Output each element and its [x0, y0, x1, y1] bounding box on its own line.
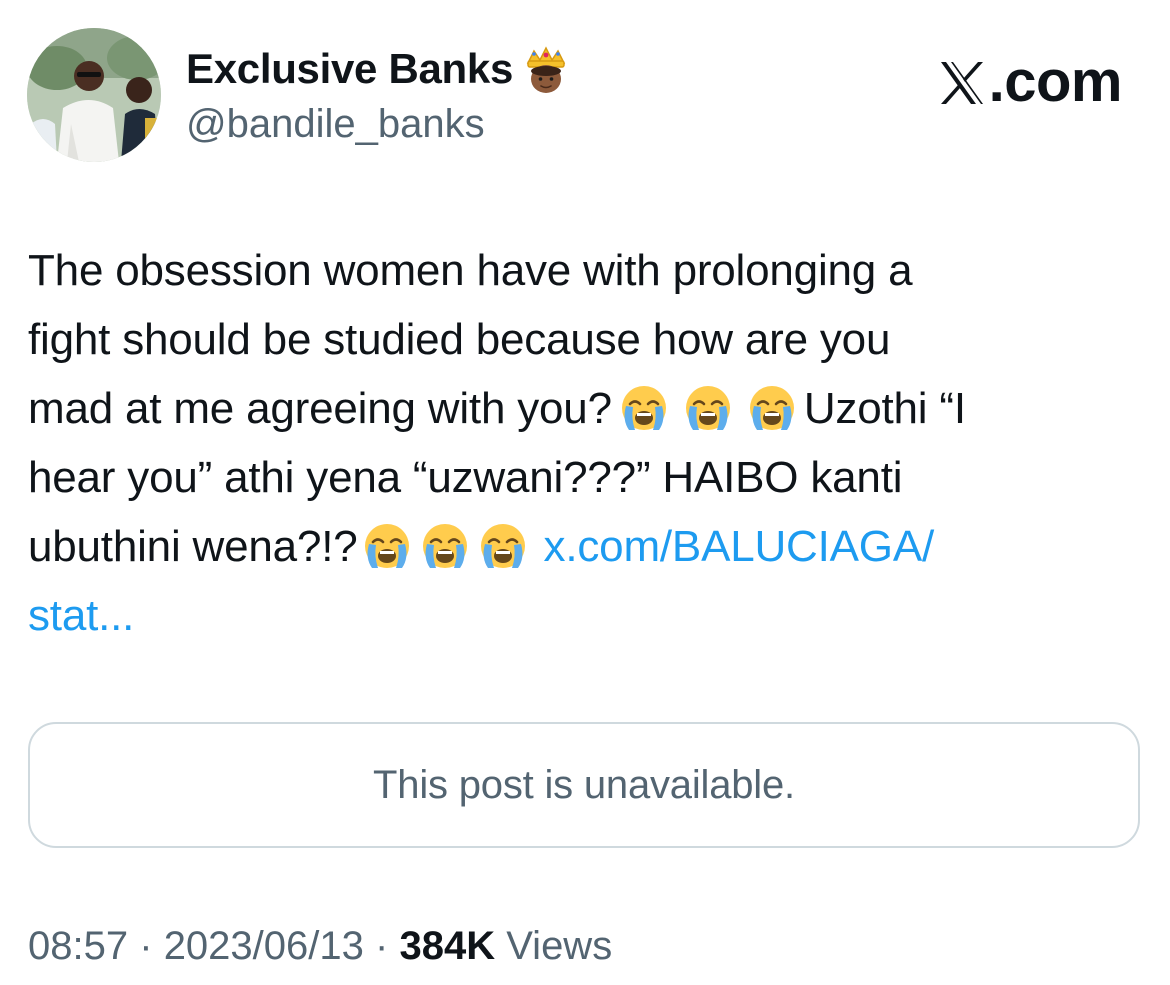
loudly-crying-face-icon [477, 520, 529, 572]
tweet-line-1: The obsession women have with prolonging… [28, 246, 913, 295]
views-count: 384K [399, 924, 496, 968]
meta-separator: · [375, 924, 389, 968]
meta-separator: · [139, 924, 153, 968]
tweet-time[interactable]: 08:57 [28, 924, 128, 968]
loudly-crying-face-icon [361, 520, 413, 572]
tweet-text: The obsession women have with prolonging… [28, 236, 1138, 650]
unavailable-message: This post is unavailable. [373, 762, 795, 807]
quoted-post-card[interactable]: This post is unavailable. [28, 722, 1140, 848]
views-label: Views [506, 924, 613, 968]
loudly-crying-face-icon [618, 382, 670, 434]
author-name-row[interactable]: Exclusive Banks [186, 44, 569, 94]
site-logo: .com [937, 49, 1123, 114]
author-display-name[interactable]: Exclusive Banks [186, 44, 513, 94]
tweet-link-part-1[interactable]: x.com/BALUCIAGA/ [544, 522, 935, 571]
tweet-meta: 08:57 · 2023/06/13 · 384K Views [28, 920, 612, 972]
author-avatar[interactable] [27, 28, 161, 162]
tweet-line-3a: mad at me agreeing with you? [28, 384, 612, 433]
loudly-crying-face-icon [682, 382, 734, 434]
site-logo-text: .com [988, 49, 1123, 114]
tweet-line-5a: ubuthini wena?!? [28, 522, 358, 571]
loudly-crying-face-icon [746, 382, 798, 434]
tweet-date[interactable]: 2023/06/13 [164, 924, 364, 968]
tweet-link-part-2[interactable]: stat... [28, 591, 134, 640]
tweet-line-4: hear you” athi yena “uzwani???” HAIBO ka… [28, 453, 903, 502]
tweet-line-2: fight should be studied because how are … [28, 315, 891, 364]
loudly-crying-face-icon [419, 520, 471, 572]
x-logo-icon [937, 57, 987, 107]
author-handle[interactable]: @bandile_banks [186, 100, 485, 148]
tweet-line-3b: Uzothi “I [803, 384, 966, 433]
avatar-photo [27, 28, 161, 162]
crown-emoji-icon [523, 45, 569, 93]
